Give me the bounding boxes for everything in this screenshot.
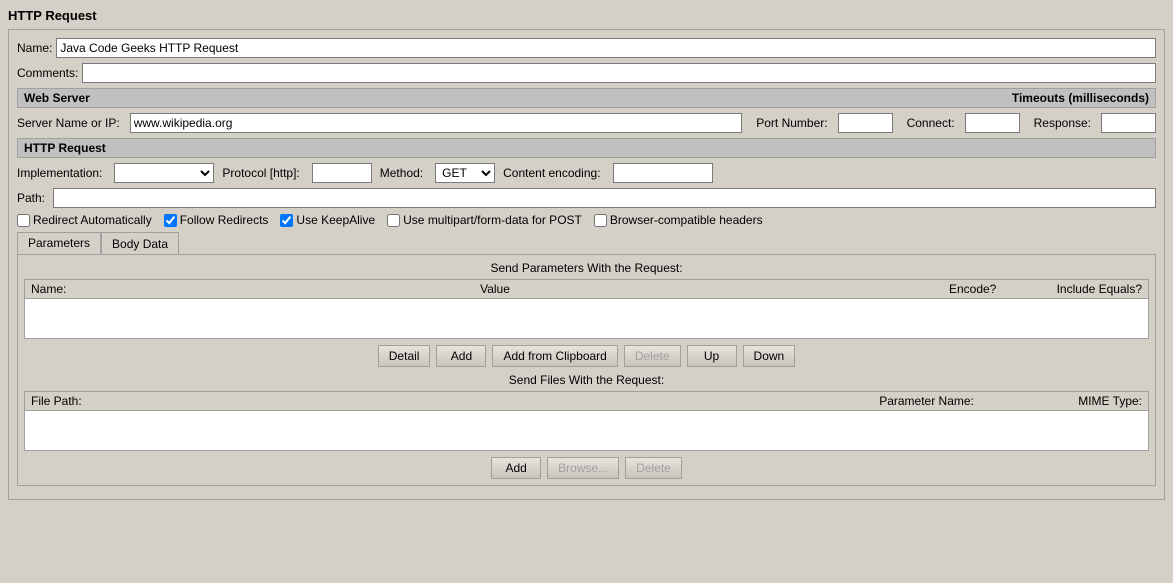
- follow-checkbox-item: Follow Redirects: [164, 213, 269, 227]
- col-file-path: File Path:: [25, 392, 699, 411]
- browser-checkbox[interactable]: [594, 214, 607, 227]
- params-header-row: Name: Value Encode? Include Equals?: [25, 280, 1149, 299]
- tab-content: Send Parameters With the Request: Name: …: [17, 254, 1156, 486]
- path-input[interactable]: [53, 188, 1156, 208]
- protocol-input[interactable]: [312, 163, 372, 183]
- file-browse-button[interactable]: Browse...: [547, 457, 619, 479]
- name-input[interactable]: [56, 38, 1156, 58]
- path-label: Path:: [17, 191, 45, 205]
- impl-label: Implementation:: [17, 166, 102, 180]
- main-container: HTTP Request Name: Comments: Web Server …: [0, 0, 1173, 583]
- response-label: Response:: [1034, 116, 1091, 130]
- multipart-label: Use multipart/form-data for POST: [403, 213, 582, 227]
- files-table-head: File Path: Parameter Name: MIME Type:: [25, 392, 1149, 411]
- response-input[interactable]: [1101, 113, 1156, 133]
- comments-label: Comments:: [17, 66, 78, 80]
- protocol-label: Protocol [http]:: [222, 166, 299, 180]
- connect-label: Connect:: [907, 116, 955, 130]
- follow-checkbox[interactable]: [164, 214, 177, 227]
- col-encode: Encode?: [867, 280, 1002, 299]
- path-row: Path:: [17, 188, 1156, 208]
- multipart-checkbox[interactable]: [387, 214, 400, 227]
- params-table-body: [25, 299, 1149, 339]
- http-request-section: HTTP Request Implementation: Protocol [h…: [17, 138, 1156, 486]
- web-server-section: Web Server Timeouts (milliseconds) Serve…: [17, 88, 1156, 133]
- redirect-label: Redirect Automatically: [33, 213, 152, 227]
- down-button[interactable]: Down: [743, 345, 796, 367]
- method-select[interactable]: GET POST PUT DELETE HEAD OPTIONS PATCH: [435, 163, 495, 183]
- col-mime-type: MIME Type:: [980, 392, 1149, 411]
- checkbox-row: Redirect Automatically Follow Redirects …: [17, 213, 1156, 227]
- server-row: Server Name or IP: Port Number: Connect:…: [17, 113, 1156, 133]
- add-from-clipboard-button[interactable]: Add from Clipboard: [492, 345, 617, 367]
- files-header-row: File Path: Parameter Name: MIME Type:: [25, 392, 1149, 411]
- keepalive-label: Use KeepAlive: [296, 213, 375, 227]
- comments-row: Comments:: [17, 63, 1156, 83]
- browser-checkbox-item: Browser-compatible headers: [594, 213, 763, 227]
- encoding-label: Content encoding:: [503, 166, 600, 180]
- file-add-button[interactable]: Add: [491, 457, 541, 479]
- browser-label: Browser-compatible headers: [610, 213, 763, 227]
- http-request-header: HTTP Request: [17, 138, 1156, 158]
- tab-parameters[interactable]: Parameters: [17, 232, 101, 254]
- file-delete-button[interactable]: Delete: [625, 457, 682, 479]
- connect-input[interactable]: [965, 113, 1020, 133]
- panel-title: HTTP Request: [8, 8, 1165, 23]
- files-action-buttons: Add Browse... Delete: [24, 457, 1149, 479]
- port-label: Port Number:: [756, 116, 827, 130]
- send-params-label: Send Parameters With the Request:: [24, 261, 1149, 275]
- web-server-header: Web Server Timeouts (milliseconds): [17, 88, 1156, 108]
- tabs-container: Parameters Body Data Send Parameters Wit…: [17, 232, 1156, 486]
- redirect-checkbox-item: Redirect Automatically: [17, 213, 152, 227]
- impl-select[interactable]: [114, 163, 214, 183]
- delete-button[interactable]: Delete: [624, 345, 681, 367]
- method-label: Method:: [380, 166, 423, 180]
- follow-label: Follow Redirects: [180, 213, 269, 227]
- col-include-equals: Include Equals?: [1002, 280, 1148, 299]
- name-row: Name:: [17, 38, 1156, 58]
- files-table-body: [25, 411, 1149, 451]
- action-buttons: Detail Add Add from Clipboard Delete Up …: [24, 345, 1149, 367]
- server-name-label: Server Name or IP:: [17, 116, 120, 130]
- table-row: [25, 299, 1149, 339]
- keepalive-checkbox-item: Use KeepAlive: [280, 213, 375, 227]
- server-name-input[interactable]: [130, 113, 743, 133]
- send-files-label: Send Files With the Request:: [24, 373, 1149, 387]
- tab-buttons: Parameters Body Data: [17, 232, 1156, 254]
- detail-button[interactable]: Detail: [378, 345, 431, 367]
- redirect-checkbox[interactable]: [17, 214, 30, 227]
- port-input[interactable]: [838, 113, 893, 133]
- up-button[interactable]: Up: [687, 345, 737, 367]
- col-param-name: Parameter Name:: [699, 392, 980, 411]
- table-row: [25, 411, 1149, 451]
- col-value: Value: [474, 280, 867, 299]
- tab-body-data[interactable]: Body Data: [101, 232, 179, 254]
- col-name: Name:: [25, 280, 475, 299]
- add-button[interactable]: Add: [436, 345, 486, 367]
- form-panel: Name: Comments: Web Server Timeouts (mil…: [8, 29, 1165, 500]
- keepalive-checkbox[interactable]: [280, 214, 293, 227]
- params-table: Name: Value Encode? Include Equals?: [24, 279, 1149, 339]
- params-table-head: Name: Value Encode? Include Equals?: [25, 280, 1149, 299]
- name-label: Name:: [17, 41, 52, 55]
- encoding-input[interactable]: [613, 163, 713, 183]
- files-table: File Path: Parameter Name: MIME Type:: [24, 391, 1149, 451]
- impl-row: Implementation: Protocol [http]: Method:…: [17, 163, 1156, 183]
- comments-input[interactable]: [82, 63, 1156, 83]
- multipart-checkbox-item: Use multipart/form-data for POST: [387, 213, 582, 227]
